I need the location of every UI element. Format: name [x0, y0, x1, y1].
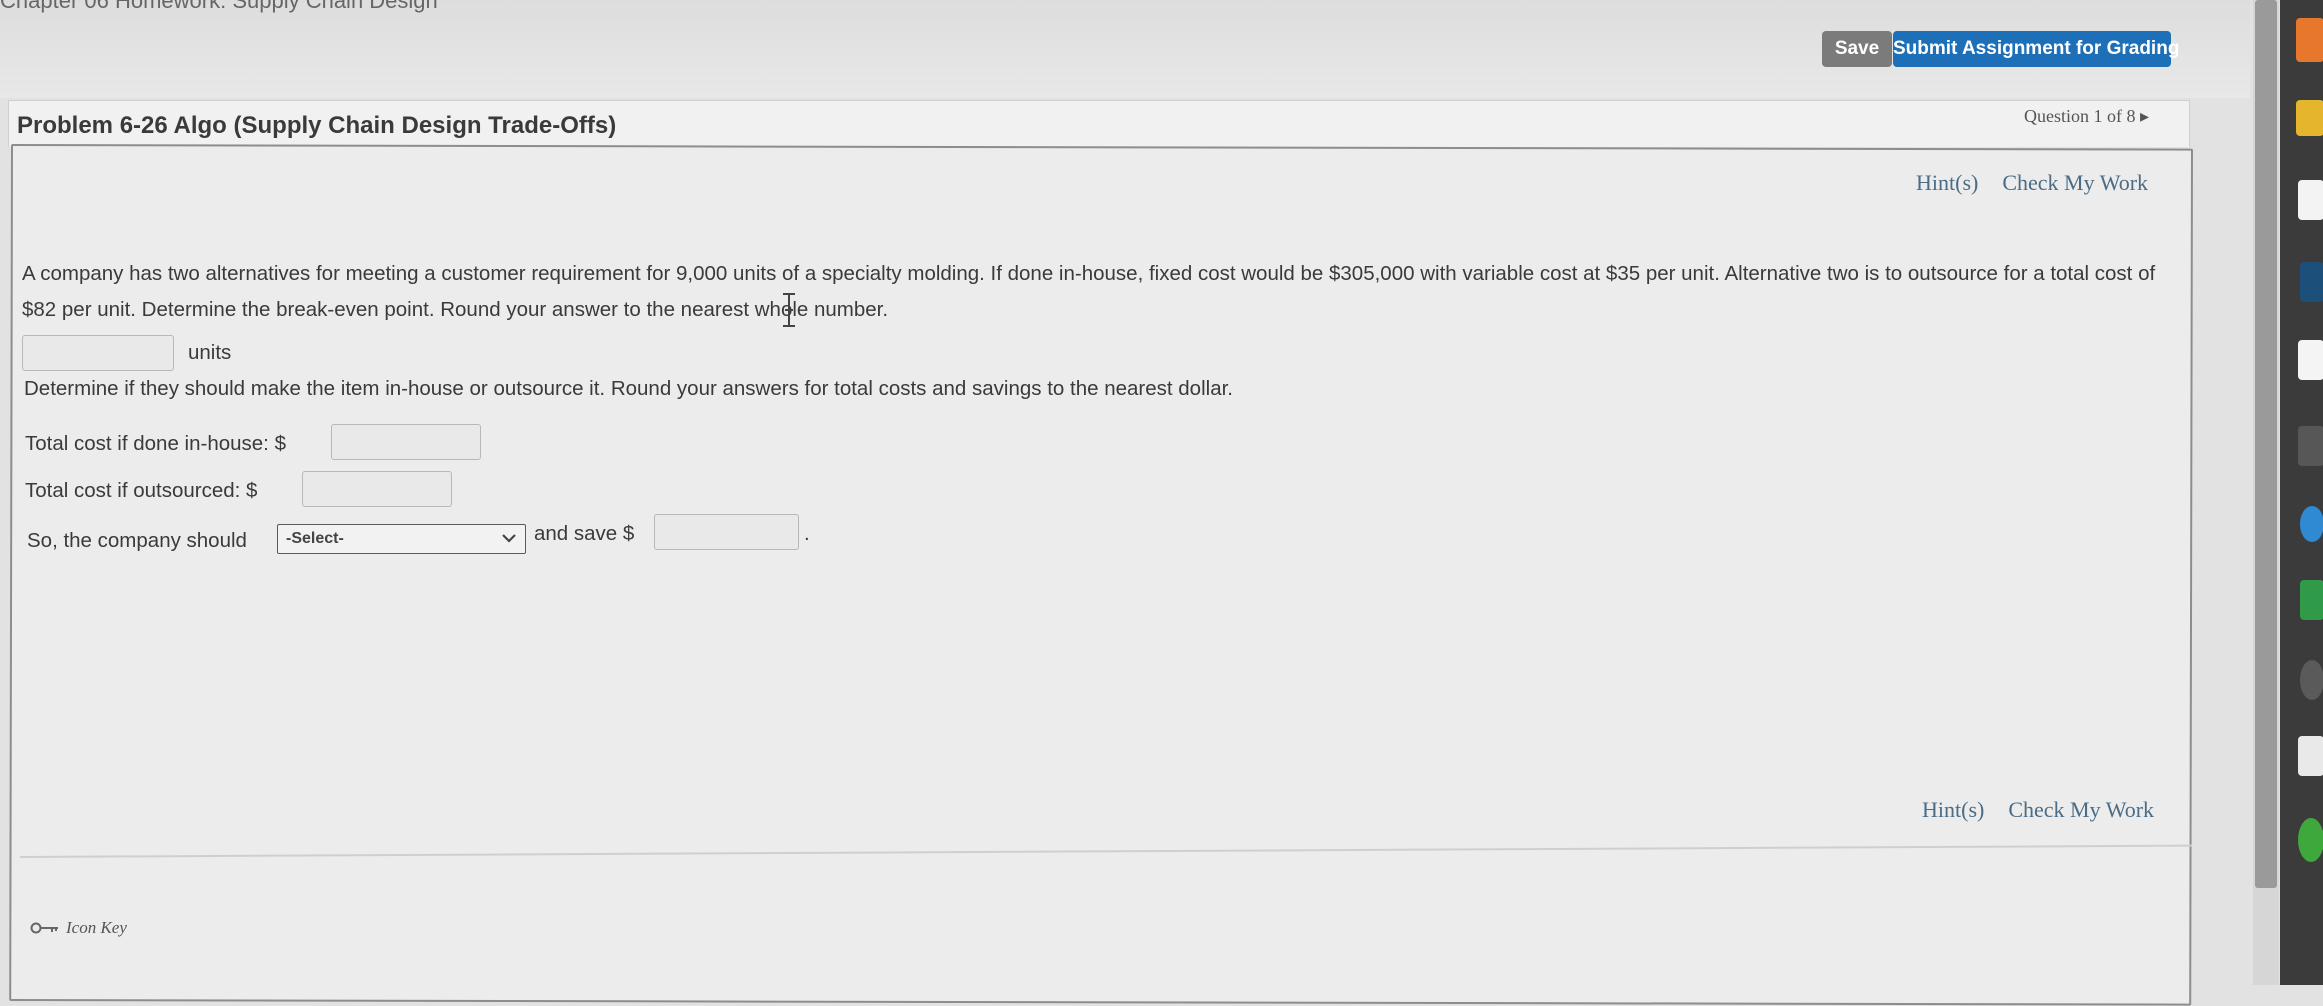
outsource-cost-label: Total cost if outsourced: $: [25, 479, 258, 502]
font-size-icon[interactable]: [2296, 100, 2323, 136]
question-text: A company has two alternatives for meeti…: [22, 262, 2156, 321]
browser-extension-rail: [2280, 0, 2323, 985]
document-icon[interactable]: [2298, 736, 2323, 776]
refresh-icon[interactable]: [2298, 818, 2323, 862]
decision-select-value: -Select-: [286, 530, 344, 547]
drive-icon[interactable]: [2300, 580, 2323, 620]
page-icon[interactable]: [2298, 180, 2323, 220]
rss-icon[interactable]: [2296, 18, 2323, 62]
clock-icon[interactable]: [2300, 660, 2323, 700]
company-should-label: So, the company should: [27, 529, 247, 552]
and-save-label: and save $: [534, 522, 635, 545]
scrollbar-thumb[interactable]: [2255, 0, 2277, 888]
problem-title: Problem 6-26 Algo (Supply Chain Design T…: [17, 112, 617, 139]
submit-assignment-button[interactable]: Submit Assignment for Grading: [1893, 31, 2179, 67]
bookmark-icon[interactable]: [2300, 262, 2323, 302]
inhouse-cost-input[interactable]: [331, 424, 481, 460]
hint-link-bottom[interactable]: Hint(s): [1922, 797, 1984, 822]
period-text: .: [804, 522, 810, 545]
wifi-icon[interactable]: [2298, 426, 2323, 466]
bottom-hint-links: Hint(s) Check My Work: [1922, 797, 2178, 823]
question-nav-link[interactable]: Question 1 of 8 ▸: [2024, 106, 2149, 127]
check-my-work-link[interactable]: Check My Work: [2002, 170, 2148, 195]
top-hint-links: Hint(s) Check My Work: [1916, 170, 2172, 196]
units-label: units: [188, 341, 232, 364]
icon-key-link[interactable]: Icon Key: [30, 918, 127, 938]
inhouse-cost-label: Total cost if done in-house: $: [25, 432, 286, 455]
save-button[interactable]: Save: [1822, 31, 1892, 67]
cloud-icon[interactable]: [2300, 506, 2323, 542]
check-my-work-link-bottom[interactable]: Check My Work: [2008, 797, 2154, 822]
instruction-text: Determine if they should make the item i…: [24, 377, 1233, 400]
note-icon[interactable]: [2298, 340, 2323, 380]
break-even-input[interactable]: [22, 335, 174, 371]
hint-link[interactable]: Hint(s): [1916, 170, 1978, 195]
chevron-down-icon: [501, 531, 517, 550]
text-cursor-icon: [780, 292, 798, 333]
icon-key-label: Icon Key: [66, 918, 127, 937]
decision-select[interactable]: -Select-: [277, 524, 526, 554]
savings-input[interactable]: [654, 514, 799, 550]
outsource-cost-input[interactable]: [302, 471, 452, 507]
assignment-title-cut: Chapter 06 Homework: Supply Chain Design: [0, 0, 438, 13]
key-icon: [30, 922, 58, 934]
